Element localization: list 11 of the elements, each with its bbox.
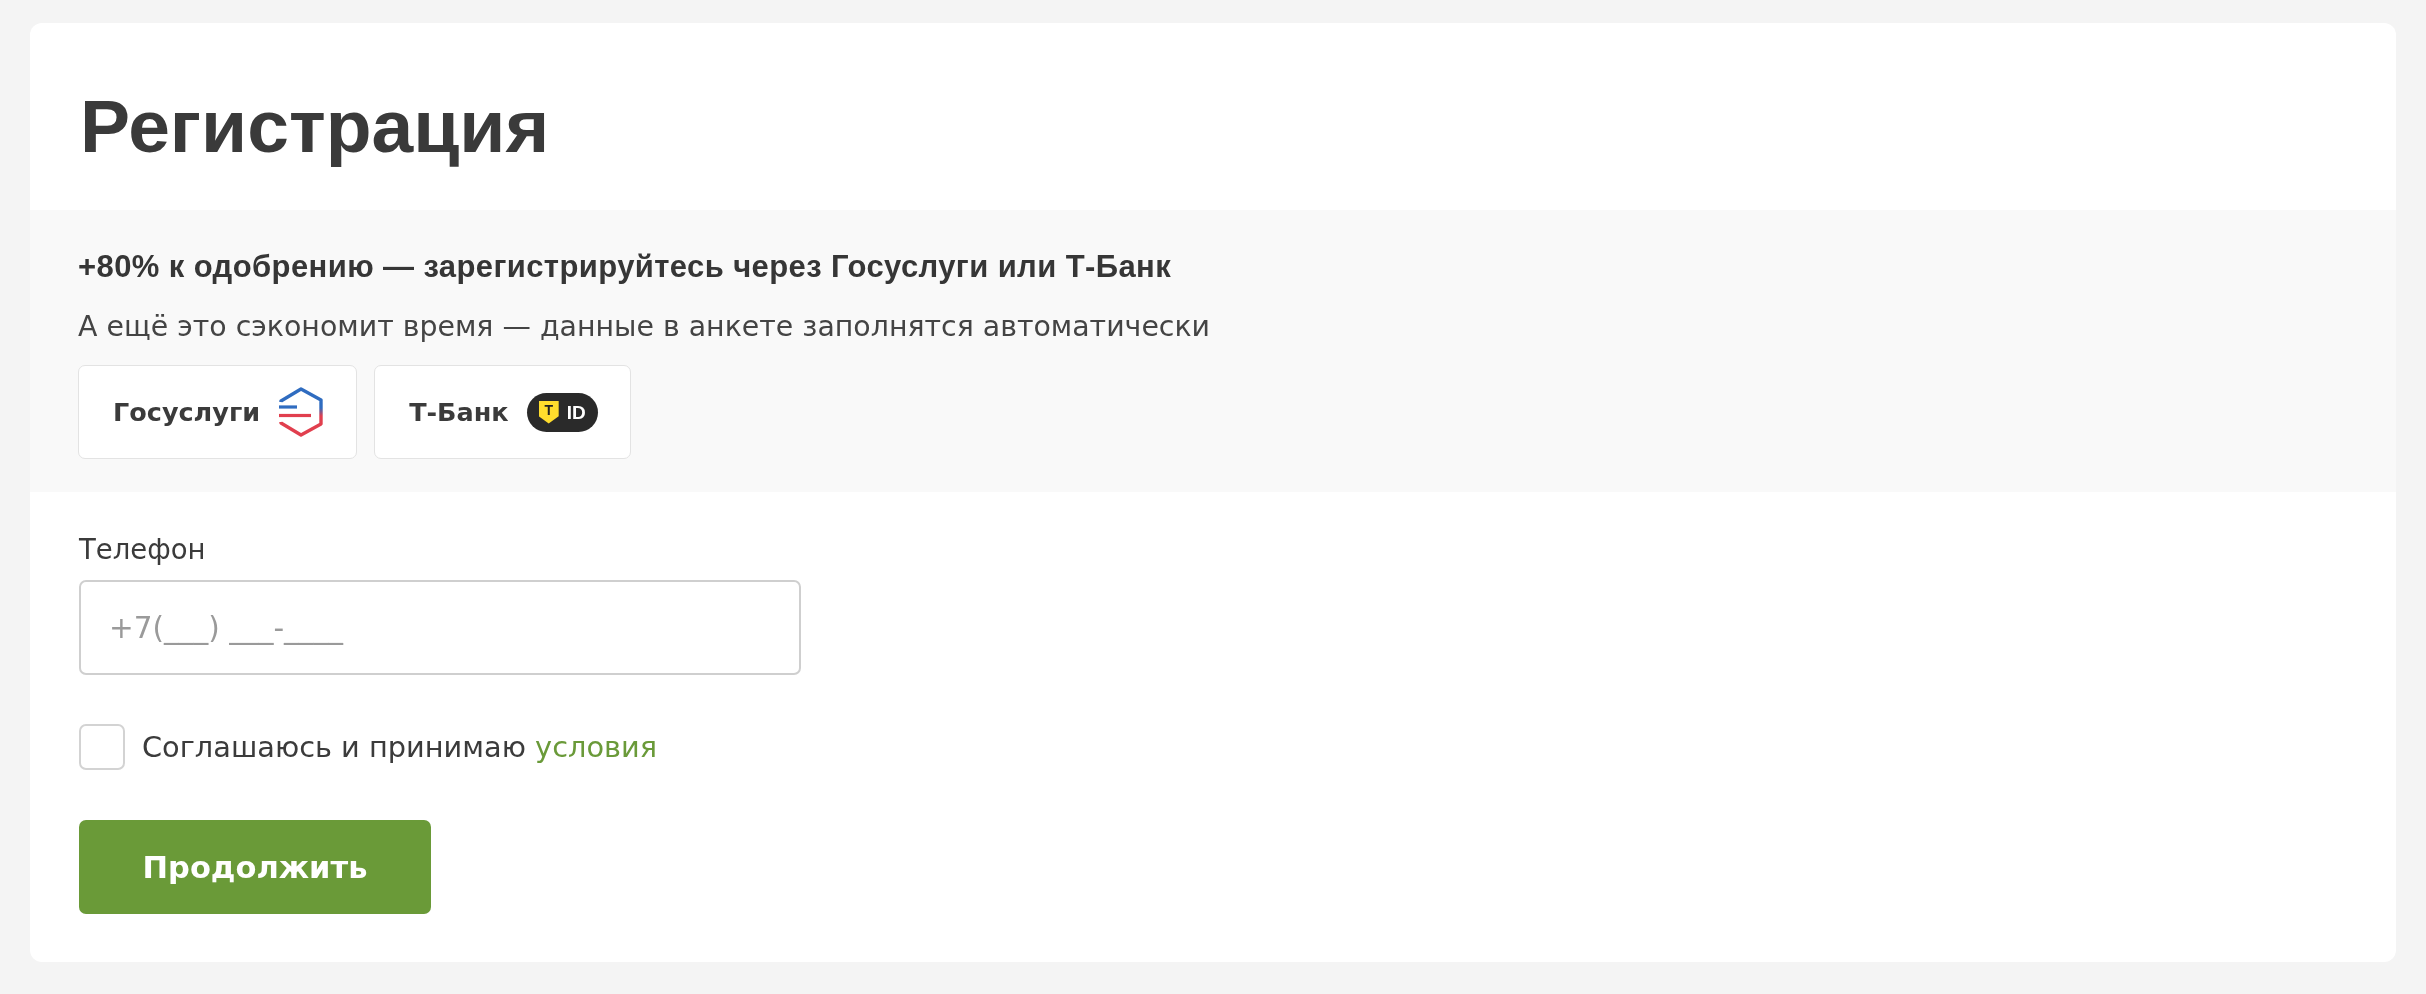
promo-heading: +80% к одобрению — зарегистрируйтесь через Госуслуги или Т-Банк — [78, 249, 1172, 285]
checkbox[interactable] — [79, 724, 125, 770]
provider-button[interactable]: Т-Банк T ID — [374, 365, 631, 459]
agreement-text: Соглашаюсь и принимаю условия — [142, 729, 658, 765]
promo-note: А ещё это сэкономит время — данные в анкете заполнятся автоматически — [78, 309, 1211, 345]
phone-input[interactable]: +7(___) ___-____ — [79, 580, 801, 675]
shield-badge: T — [538, 400, 559, 424]
id-label: ID — [566, 402, 586, 422]
provider-button[interactable]: Госуслуги — [78, 365, 358, 459]
hexagon-icon — [278, 387, 325, 437]
phone-label: Телефон — [79, 532, 206, 567]
